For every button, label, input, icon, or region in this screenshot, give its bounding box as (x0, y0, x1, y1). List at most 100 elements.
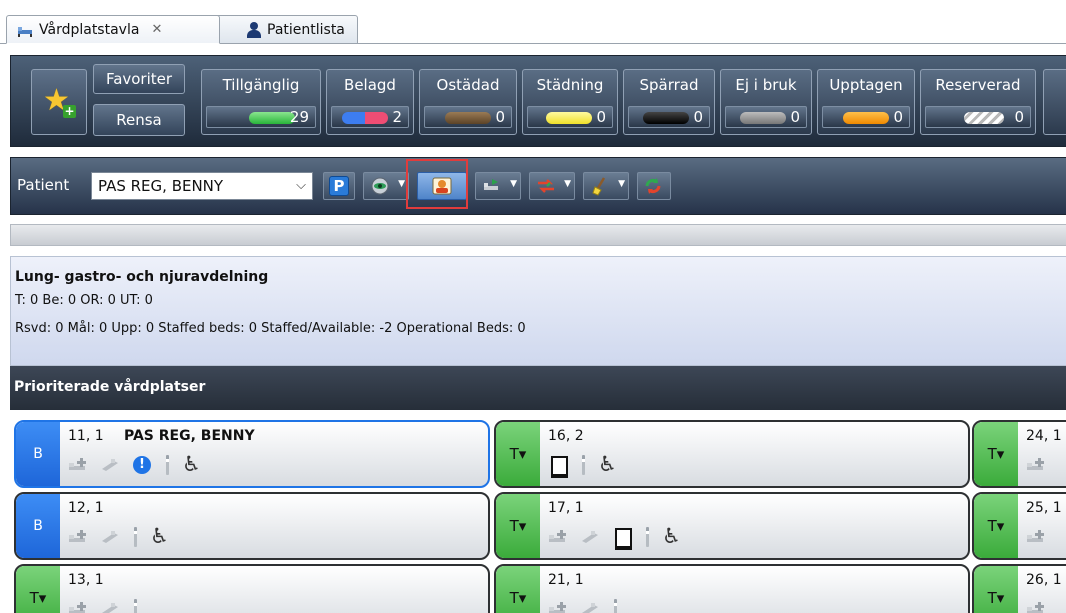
patient-select[interactable]: PAS REG, BENNY ⌵ (91, 172, 313, 200)
bed-state-badge[interactable]: T▾ (496, 566, 540, 613)
p-button[interactable]: P (323, 172, 355, 200)
bed-state-badge[interactable]: T▾ (496, 422, 540, 486)
bed-card-11-1[interactable]: B 11, 1 PAS REG, BENNY (14, 420, 490, 488)
bed-card-16-2[interactable]: T▾ 16, 2 (494, 420, 970, 488)
bed-card-21-1[interactable]: T▾ 21, 1 (494, 564, 970, 613)
bed-state-badge[interactable]: T▾ (16, 566, 60, 613)
wheelchair-icon (182, 452, 202, 476)
bed-icon (582, 531, 598, 543)
status-label: Ostädad (436, 76, 500, 94)
wheelchair-icon (662, 524, 682, 548)
status-filter-taken[interactable]: Upptagen 0 (817, 69, 915, 135)
status-count-box: 2 (331, 106, 409, 128)
bed-card-25-1[interactable]: T▾ 25, 1 (972, 492, 1066, 560)
bed-state-badge[interactable]: T▾ (496, 494, 540, 558)
close-icon[interactable]: ✕ (151, 22, 162, 37)
bed-patient-name: PAS REG, BENNY (124, 428, 255, 444)
bed-icons (1026, 454, 1046, 476)
bed-card-13-1[interactable]: T▾ 13, 1 (14, 564, 490, 613)
bed-plus-icon (69, 530, 86, 542)
dropdown-arrow-icon: ▼ (618, 179, 625, 189)
bed-state-badge[interactable]: T▾ (974, 494, 1018, 558)
view-menu-button[interactable]: ▼ (363, 172, 409, 200)
status-filter-unclean[interactable]: Ostädad 0 (419, 69, 517, 135)
iv-icon (580, 455, 586, 475)
status-count: 0 (495, 108, 505, 126)
status-label: Belagd (344, 76, 396, 94)
bed-plus-icon (69, 602, 86, 613)
bed-plus-icon (549, 530, 566, 542)
dropdown-arrow-icon: ▼ (564, 179, 571, 189)
bed-plus-icon (1027, 458, 1044, 470)
tab-label: Vårdplatstavla (39, 21, 140, 38)
status-filter-out-of-use[interactable]: Ej i bruk 0 (720, 69, 812, 135)
status-summary-bar: ★ + Favoriter Rensa Tillgänglig 29 Belag… (10, 55, 1066, 147)
bed-card-17-1[interactable]: T▾ 17, 1 (494, 492, 970, 560)
status-count-box: 0 (822, 106, 910, 128)
status-filter-occupied[interactable]: Belagd 2 (326, 69, 414, 135)
transfer-menu-button[interactable]: ▼ (529, 172, 575, 200)
person-icon (247, 21, 261, 38)
status-color-pill (445, 112, 491, 124)
priority-section-header: Prioriterade vårdplatser (10, 366, 1066, 410)
unit-stats-line-1: T: 0 Be: 0 OR: 0 UT: 0 (15, 293, 153, 308)
unit-title: Lung- gastro- och njuravdelning (15, 269, 269, 285)
status-filter-blocked[interactable]: Spärrad 0 (623, 69, 715, 135)
bed-id: 17, 1 (548, 500, 584, 516)
dropdown-arrow-icon: ▼ (398, 179, 405, 189)
status-filter-more[interactable] (1043, 69, 1066, 135)
bed-icons (548, 524, 682, 550)
bed-icon (582, 603, 598, 613)
status-filter-available[interactable]: Tillgänglig 29 (201, 69, 321, 135)
dropdown-arrow-icon: ▼ (510, 179, 517, 189)
splitter-bar[interactable] (10, 224, 1066, 246)
bed-id: 16, 2 (548, 428, 584, 444)
status-count: 0 (893, 108, 903, 126)
status-color-pill (249, 112, 295, 124)
bed-icons (68, 524, 170, 548)
status-count: 0 (1014, 108, 1024, 126)
status-filter-cleaning[interactable]: Städning 0 (522, 69, 618, 135)
favorites-button[interactable]: Favoriter (93, 64, 185, 94)
bed-id: 24, 1 (1026, 428, 1062, 444)
plus-icon: + (63, 104, 76, 118)
status-color-pill (342, 112, 388, 124)
bed-icons (1026, 526, 1046, 548)
bed-card-26-1[interactable]: T▾ 26, 1 (972, 564, 1066, 613)
status-count-box: 0 (424, 106, 512, 128)
status-color-pill (740, 112, 786, 124)
bed-id: 26, 1 (1026, 572, 1062, 588)
highlight-box (406, 159, 468, 209)
bed-state-badge[interactable]: T▾ (974, 422, 1018, 486)
tab-vardplatstavla[interactable]: Vårdplatstavla ✕ (6, 15, 220, 44)
cleaning-menu-button[interactable]: ▼ (583, 172, 629, 200)
isolation-icon (612, 527, 632, 550)
bed-move-icon (484, 179, 498, 190)
bed-icon (102, 603, 118, 613)
status-count-box: 0 (725, 106, 807, 128)
bed-plus-icon (1027, 530, 1044, 542)
clear-button[interactable]: Rensa (93, 104, 185, 136)
bed-state-badge[interactable]: B (16, 422, 60, 486)
add-favorite-button[interactable]: ★ + (31, 69, 87, 135)
bed-state-badge[interactable]: T▾ (974, 566, 1018, 613)
status-filter-reserved[interactable]: Reserverad 0 (920, 69, 1036, 135)
unit-stats-line-2: Rsvd: 0 Mål: 0 Upp: 0 Staffed beds: 0 St… (15, 321, 526, 336)
bed-icons (68, 598, 138, 613)
patient-toolbar: Patient PAS REG, BENNY ⌵ P ▼ ▼ ▼ ▼ (10, 157, 1066, 215)
bed-state-badge[interactable]: B (16, 494, 60, 558)
tab-patientlista[interactable]: Patientlista (214, 15, 358, 44)
isolation-icon (548, 455, 568, 478)
bed-card-24-1[interactable]: T▾ 24, 1 (972, 420, 1066, 488)
tab-label: Patientlista (267, 21, 345, 38)
bed-board-icon (17, 24, 33, 37)
bed-card-12-1[interactable]: B 12, 1 (14, 492, 490, 560)
bed-icon (102, 459, 118, 471)
move-bed-menu-button[interactable]: ▼ (475, 172, 521, 200)
bed-id: 25, 1 (1026, 500, 1062, 516)
bed-id: 11, 1 (68, 428, 104, 444)
unit-info-panel: Lung- gastro- och njuravdelning T: 0 Be:… (10, 256, 1066, 366)
status-color-pill (843, 112, 889, 124)
wheelchair-icon (598, 452, 618, 476)
refresh-button[interactable] (637, 172, 671, 200)
